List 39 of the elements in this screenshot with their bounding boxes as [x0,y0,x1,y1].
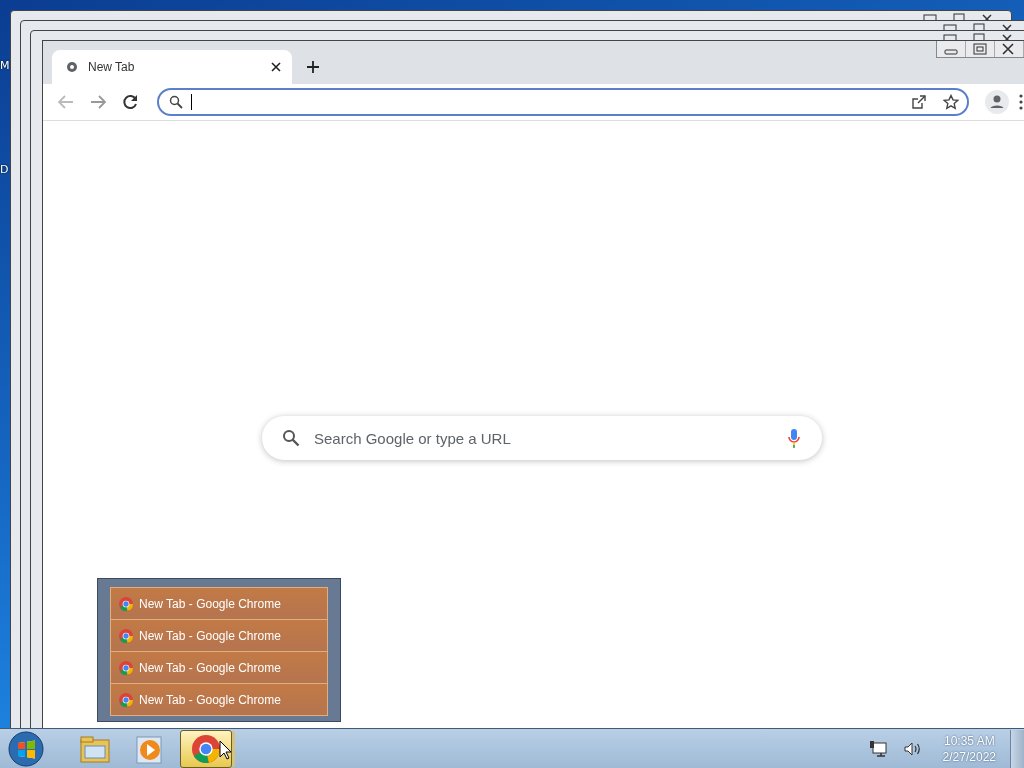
window-title: New Tab - Google Chrome [139,660,281,675]
chrome-logo-icon [192,734,220,763]
clock-time: 10:35 AM [943,732,995,749]
start-orb-icon[interactable] [8,730,44,767]
window-list-item[interactable]: New Tab - Google Chrome [110,587,328,620]
text-cursor [191,94,192,110]
desktop-icon-label: M [0,59,10,72]
tab-title: New Tab [88,60,136,74]
desktop-icon-label: D [0,163,9,176]
share-icon[interactable] [911,94,927,110]
plus-icon[interactable] [306,60,320,74]
profile-icon[interactable] [985,90,1009,114]
clock-date: 2/27/2022 [942,748,996,765]
window-list-item[interactable]: New Tab - Google Chrome [110,683,328,716]
window-list-item[interactable]: New Tab - Google Chrome [110,651,328,684]
star-icon[interactable] [943,94,959,110]
show-desktop-button[interactable] [1010,729,1024,768]
chrome-logo-icon [119,660,133,675]
address-bar[interactable] [157,88,969,116]
chrome-logo-icon [119,596,133,611]
window-list-item[interactable]: New Tab - Google Chrome [110,619,328,652]
mouse-pointer-icon [219,740,233,760]
chrome-logo-icon [119,628,133,643]
window-title: New Tab - Google Chrome [139,596,281,611]
network-icon[interactable] [868,739,887,758]
search-box[interactable]: Search Google or type a URL [262,416,822,460]
chrome-logo-icon [119,692,133,707]
close-icon[interactable] [270,61,282,73]
menu-icon[interactable] [1019,94,1023,110]
search-icon [282,429,300,447]
search-icon [169,95,183,109]
microphone-icon [788,428,800,448]
window-title: New Tab - Google Chrome [139,628,281,643]
globe-icon [66,61,78,73]
reload-icon[interactable] [121,93,139,111]
browser-tab[interactable]: New Tab [52,50,292,84]
forward-arrow-icon[interactable] [89,94,107,110]
window-title: New Tab - Google Chrome [139,692,281,707]
search-placeholder: Search Google or type a URL [314,429,511,447]
